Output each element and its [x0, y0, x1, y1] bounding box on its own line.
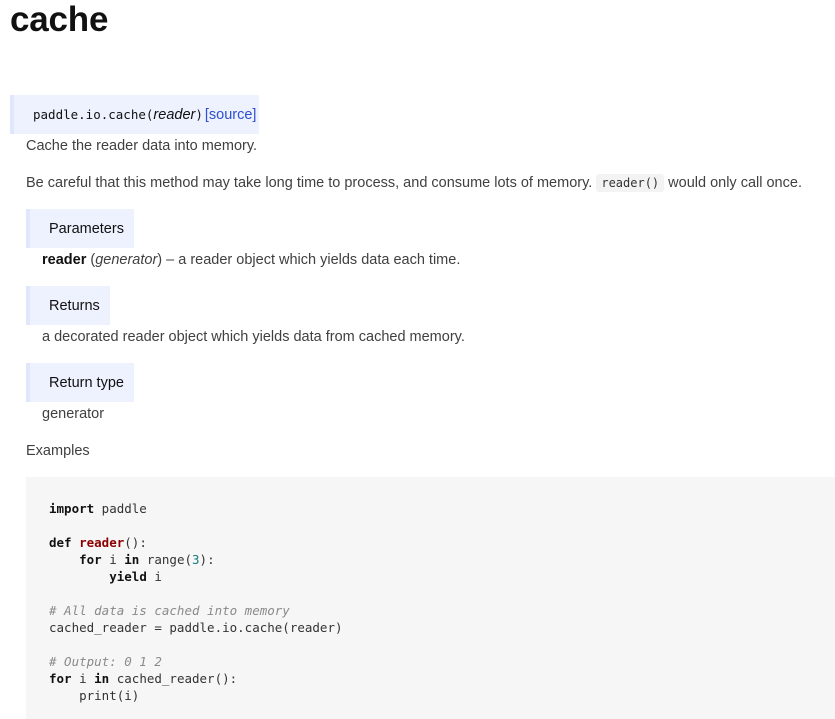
parameter-name: reader [42, 252, 87, 268]
code-text: i [146, 569, 162, 584]
code-keyword: def [49, 535, 72, 550]
function-signature: paddle.io.cache(reader) [source] [10, 95, 259, 134]
code-line: # Output: 0 1 2 [49, 653, 835, 670]
warning-inline-code: reader() [596, 174, 665, 192]
code-text: ): [199, 552, 215, 567]
examples-heading: Examples [26, 443, 90, 459]
code-text: range( [139, 552, 193, 567]
code-keyword: in [94, 671, 110, 686]
code-keyword: yield [109, 569, 147, 584]
code-text: cached_reader(): [109, 671, 238, 686]
returns-heading: Returns [26, 286, 110, 325]
signature-param: reader [153, 106, 196, 123]
code-text: paddle [94, 501, 147, 516]
page-title: cache [10, 0, 109, 39]
code-line: for i in range(3): [49, 551, 835, 568]
code-number: 3 [192, 552, 200, 567]
parameter-description: – a reader object which yields data each… [162, 252, 461, 268]
code-text: cached_reader = paddle.io.cache(reader) [49, 620, 343, 635]
code-line: def reader(): [49, 534, 835, 551]
code-line: import paddle [49, 500, 835, 517]
signature-module-path: paddle.io.cache( [33, 107, 154, 122]
code-line: for i in cached_reader(): [49, 670, 835, 687]
parameters-heading: Parameters [26, 209, 134, 248]
return-type-heading: Return type [26, 363, 134, 402]
doc-page: cache paddle.io.cache(reader) [source] Ca… [0, 0, 835, 719]
code-text: i [101, 552, 125, 567]
code-line: yield i [49, 568, 835, 585]
returns-description: a decorated reader object which yields d… [42, 329, 465, 345]
code-text: print(i) [49, 688, 140, 703]
code-example-block: import paddle def reader(): for i in ran… [26, 477, 835, 719]
parameter-entry: reader (generator) – a reader object whi… [42, 252, 461, 268]
return-type-value: generator [42, 406, 105, 422]
code-text: (): [124, 535, 147, 550]
code-function-name: reader [79, 535, 125, 550]
summary-text: Cache the reader data into memory. [26, 138, 258, 154]
code-line: print(i) [49, 687, 835, 704]
warning-text-before: Be careful that this method may take lon… [26, 175, 597, 191]
code-comment: # All data is cached into memory [49, 603, 290, 618]
signature-close-paren: ) [195, 107, 203, 122]
code-comment: # Output: 0 1 2 [49, 654, 162, 669]
code-line: cached_reader = paddle.io.cache(reader) [49, 619, 835, 636]
code-keyword: for [49, 671, 72, 686]
parameter-type: generator [95, 252, 158, 268]
code-keyword: in [124, 552, 140, 567]
code-text: i [71, 671, 95, 686]
warning-paragraph: Be careful that this method may take lon… [26, 174, 802, 192]
source-link[interactable]: [source] [205, 107, 257, 123]
warning-text-after: would only call once. [664, 175, 802, 191]
code-line: # All data is cached into memory [49, 602, 835, 619]
code-keyword: import [49, 501, 95, 516]
code-keyword: for [79, 552, 102, 567]
